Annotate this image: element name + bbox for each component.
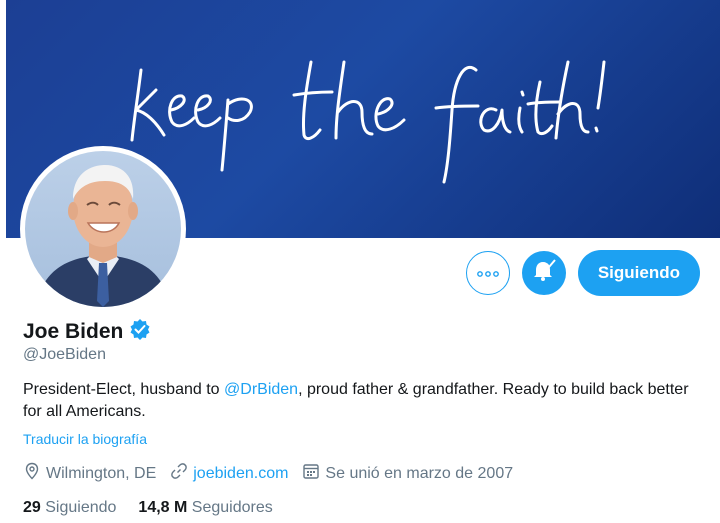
bio-text-start: President-Elect, husband to (23, 381, 225, 398)
followers-stat[interactable]: 14,8 M Seguidores (138, 499, 272, 517)
following-stat[interactable]: 29 Siguiendo (23, 499, 116, 517)
link-icon (170, 462, 188, 485)
verified-badge-icon (129, 318, 151, 345)
profile-page: Siguiendo Joe Biden @JoeBiden President-… (0, 0, 720, 523)
more-icon (476, 264, 499, 282)
followers-label: Seguidores (191, 499, 273, 516)
following-label: Siguiendo (45, 499, 117, 516)
profile-name-row: Joe Biden (23, 318, 151, 345)
profile-actions: Siguiendo (465, 250, 700, 296)
location-pin-icon (23, 462, 41, 485)
profile-meta: Wilmington, DE joebiden.com Se unió en m… (23, 462, 527, 485)
following-button[interactable]: Siguiendo (577, 250, 700, 296)
profile-handle: @JoeBiden (23, 346, 106, 363)
profile-location: Wilmington, DE (23, 462, 156, 485)
notifications-button[interactable] (521, 251, 566, 295)
profile-name: Joe Biden (23, 319, 124, 343)
joined-date-text: Se unió en marzo de 2007 (325, 464, 514, 482)
avatar-photo (25, 151, 181, 307)
profile-joined: Se unió en marzo de 2007 (302, 462, 513, 485)
bio-mention-link[interactable]: @DrBiden (224, 381, 298, 398)
calendar-icon (302, 462, 320, 485)
following-count: 29 (23, 499, 41, 516)
notification-bell-icon (531, 258, 557, 289)
website-link[interactable]: joebiden.com (193, 465, 288, 483)
profile-bio: President-Elect, husband to @DrBiden, pr… (23, 379, 703, 423)
profile-stats: 29 Siguiendo 14,8 M Seguidores (23, 499, 273, 517)
location-text: Wilmington, DE (46, 464, 157, 482)
translate-bio-link[interactable]: Traducir la biografía (23, 431, 147, 447)
profile-avatar[interactable] (20, 146, 186, 312)
followers-count: 14,8 M (138, 499, 188, 516)
profile-website: joebiden.com (170, 462, 288, 485)
more-options-button[interactable] (465, 251, 510, 295)
